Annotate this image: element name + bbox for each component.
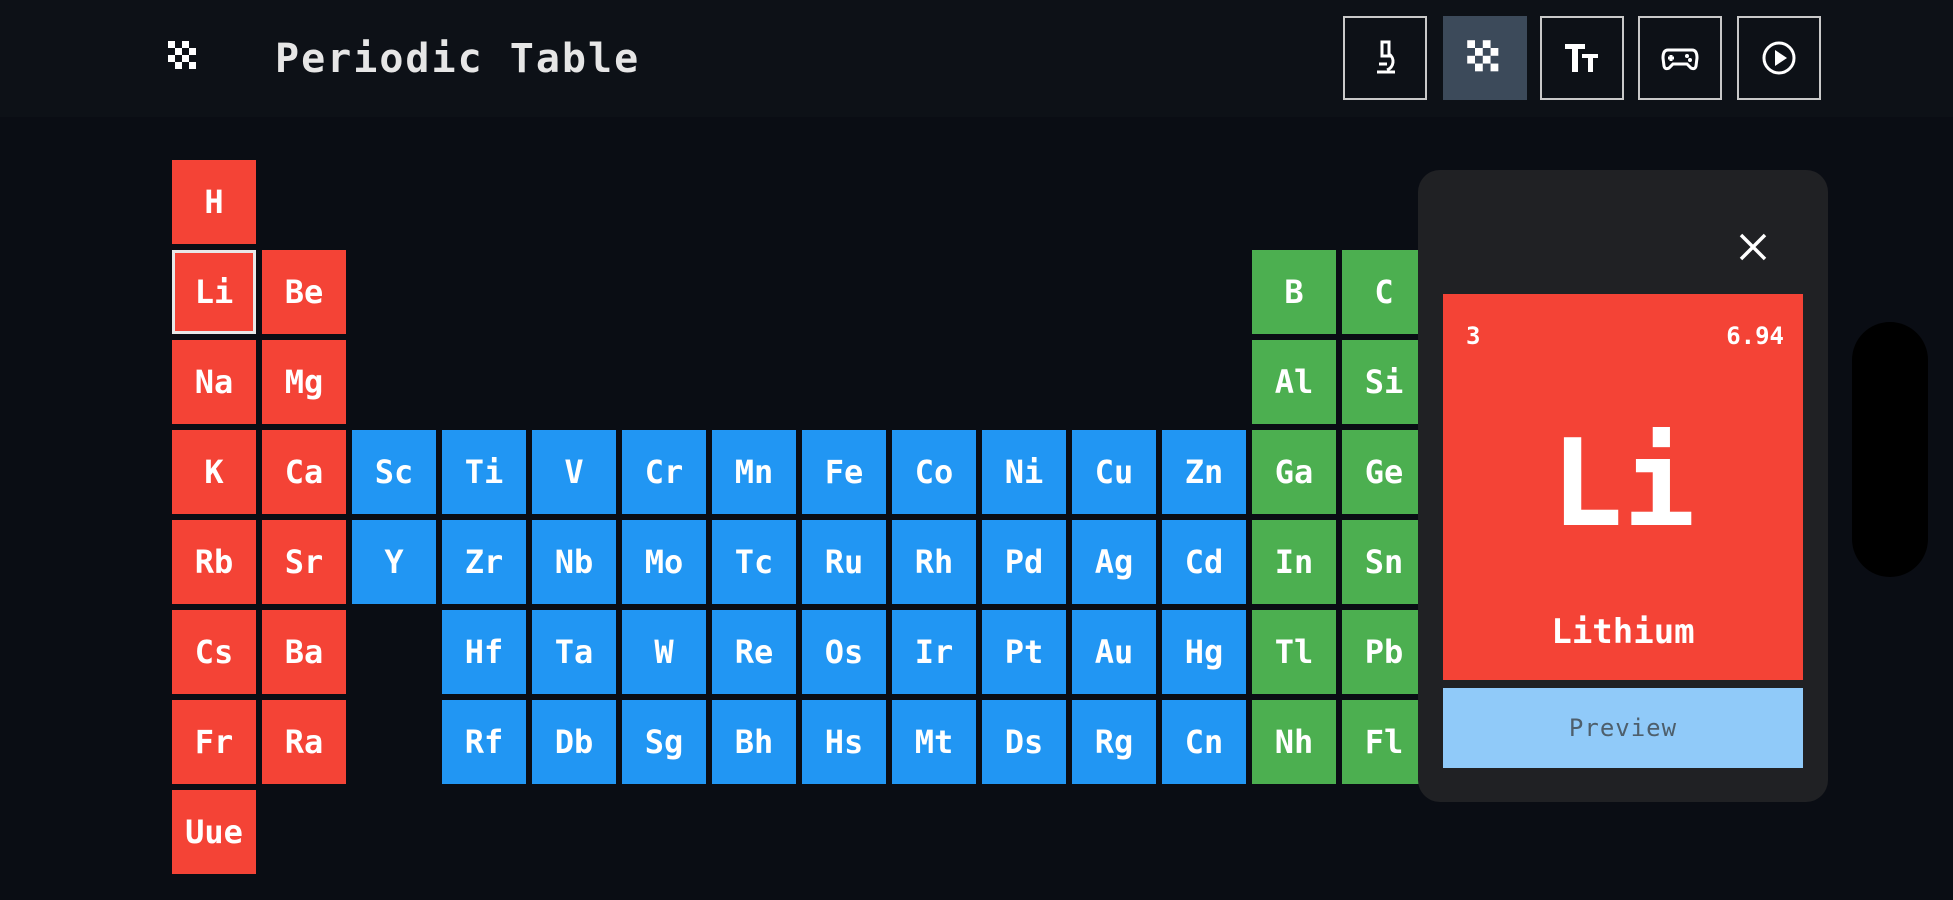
game-button[interactable] bbox=[1638, 16, 1722, 100]
element-cell-hg[interactable]: Hg bbox=[1162, 610, 1246, 694]
element-cell-ga[interactable]: Ga bbox=[1252, 430, 1336, 514]
element-name: Lithium bbox=[1551, 612, 1695, 652]
element-cell-v[interactable]: V bbox=[532, 430, 616, 514]
element-cell-ge[interactable]: Ge bbox=[1342, 430, 1426, 514]
element-cell-re[interactable]: Re bbox=[712, 610, 796, 694]
element-cell-co[interactable]: Co bbox=[892, 430, 976, 514]
play-circle-icon bbox=[1762, 41, 1796, 75]
scroll-handle[interactable] bbox=[1852, 322, 1928, 577]
element-cell-nb[interactable]: Nb bbox=[532, 520, 616, 604]
element-cell-fl[interactable]: Fl bbox=[1342, 700, 1426, 784]
element-cell-li[interactable]: Li bbox=[172, 250, 256, 334]
element-cell-au[interactable]: Au bbox=[1072, 610, 1156, 694]
element-cell-ca[interactable]: Ca bbox=[262, 430, 346, 514]
element-cell-nh[interactable]: Nh bbox=[1252, 700, 1336, 784]
preview-button[interactable]: Preview bbox=[1443, 688, 1803, 768]
element-cell-sn[interactable]: Sn bbox=[1342, 520, 1426, 604]
element-cell-cu[interactable]: Cu bbox=[1072, 430, 1156, 514]
element-cell-pt[interactable]: Pt bbox=[982, 610, 1066, 694]
element-cell-hs[interactable]: Hs bbox=[802, 700, 886, 784]
element-cell-rb[interactable]: Rb bbox=[172, 520, 256, 604]
atomic-number: 3 bbox=[1466, 322, 1481, 350]
element-cell-ni[interactable]: Ni bbox=[982, 430, 1066, 514]
close-icon bbox=[1739, 233, 1767, 261]
element-cell-na[interactable]: Na bbox=[172, 340, 256, 424]
element-cell-mo[interactable]: Mo bbox=[622, 520, 706, 604]
element-cell-y[interactable]: Y bbox=[352, 520, 436, 604]
element-cell-cs[interactable]: Cs bbox=[172, 610, 256, 694]
text-size-icon bbox=[1565, 44, 1598, 72]
element-cell-tl[interactable]: Tl bbox=[1252, 610, 1336, 694]
element-cell-si[interactable]: Si bbox=[1342, 340, 1426, 424]
element-cell-al[interactable]: Al bbox=[1252, 340, 1336, 424]
element-cell-fr[interactable]: Fr bbox=[172, 700, 256, 784]
element-cell-ba[interactable]: Ba bbox=[262, 610, 346, 694]
element-cell-rg[interactable]: Rg bbox=[1072, 700, 1156, 784]
element-cell-be[interactable]: Be bbox=[262, 250, 346, 334]
atomic-mass: 6.94 bbox=[1726, 322, 1784, 350]
element-cell-cr[interactable]: Cr bbox=[622, 430, 706, 514]
element-cell-ds[interactable]: Ds bbox=[982, 700, 1066, 784]
grid-icon bbox=[1467, 40, 1499, 72]
grid-app-icon bbox=[168, 41, 196, 69]
element-cell-rh[interactable]: Rh bbox=[892, 520, 976, 604]
element-cell-bh[interactable]: Bh bbox=[712, 700, 796, 784]
element-cell-cd[interactable]: Cd bbox=[1162, 520, 1246, 604]
element-cell-ag[interactable]: Ag bbox=[1072, 520, 1156, 604]
table-button[interactable] bbox=[1443, 16, 1527, 100]
element-cell-ti[interactable]: Ti bbox=[442, 430, 526, 514]
gamepad-icon bbox=[1661, 48, 1699, 71]
element-cell-mt[interactable]: Mt bbox=[892, 700, 976, 784]
element-cell-ra[interactable]: Ra bbox=[262, 700, 346, 784]
element-cell-zn[interactable]: Zn bbox=[1162, 430, 1246, 514]
element-cell-hf[interactable]: Hf bbox=[442, 610, 526, 694]
element-cell-mg[interactable]: Mg bbox=[262, 340, 346, 424]
element-cell-w[interactable]: W bbox=[622, 610, 706, 694]
top-app-bar: Periodic Table bbox=[0, 0, 1953, 117]
element-cell-in[interactable]: In bbox=[1252, 520, 1336, 604]
element-cell-ta[interactable]: Ta bbox=[532, 610, 616, 694]
text-size-button[interactable] bbox=[1540, 16, 1624, 100]
element-cell-k[interactable]: K bbox=[172, 430, 256, 514]
element-cell-h[interactable]: H bbox=[172, 160, 256, 244]
element-cell-mn[interactable]: Mn bbox=[712, 430, 796, 514]
element-symbol: Li bbox=[1550, 415, 1696, 554]
element-cell-pd[interactable]: Pd bbox=[982, 520, 1066, 604]
element-cell-db[interactable]: Db bbox=[532, 700, 616, 784]
element-cell-uue[interactable]: Uue bbox=[172, 790, 256, 874]
element-cell-os[interactable]: Os bbox=[802, 610, 886, 694]
element-cell-c[interactable]: C bbox=[1342, 250, 1426, 334]
app-title: Periodic Table bbox=[275, 36, 641, 82]
element-cell-sc[interactable]: Sc bbox=[352, 430, 436, 514]
element-cell-fe[interactable]: Fe bbox=[802, 430, 886, 514]
lab-button[interactable] bbox=[1343, 16, 1427, 100]
element-cell-pb[interactable]: Pb bbox=[1342, 610, 1426, 694]
element-cell-tc[interactable]: Tc bbox=[712, 520, 796, 604]
element-cell-zr[interactable]: Zr bbox=[442, 520, 526, 604]
microscope-icon bbox=[1377, 40, 1395, 74]
close-button[interactable] bbox=[1728, 222, 1778, 272]
element-cell-b[interactable]: B bbox=[1252, 250, 1336, 334]
element-cell-rf[interactable]: Rf bbox=[442, 700, 526, 784]
element-cell-ir[interactable]: Ir bbox=[892, 610, 976, 694]
play-button[interactable] bbox=[1737, 16, 1821, 100]
element-cell-sr[interactable]: Sr bbox=[262, 520, 346, 604]
element-cell-cn[interactable]: Cn bbox=[1162, 700, 1246, 784]
element-cell-sg[interactable]: Sg bbox=[622, 700, 706, 784]
element-cell-ru[interactable]: Ru bbox=[802, 520, 886, 604]
